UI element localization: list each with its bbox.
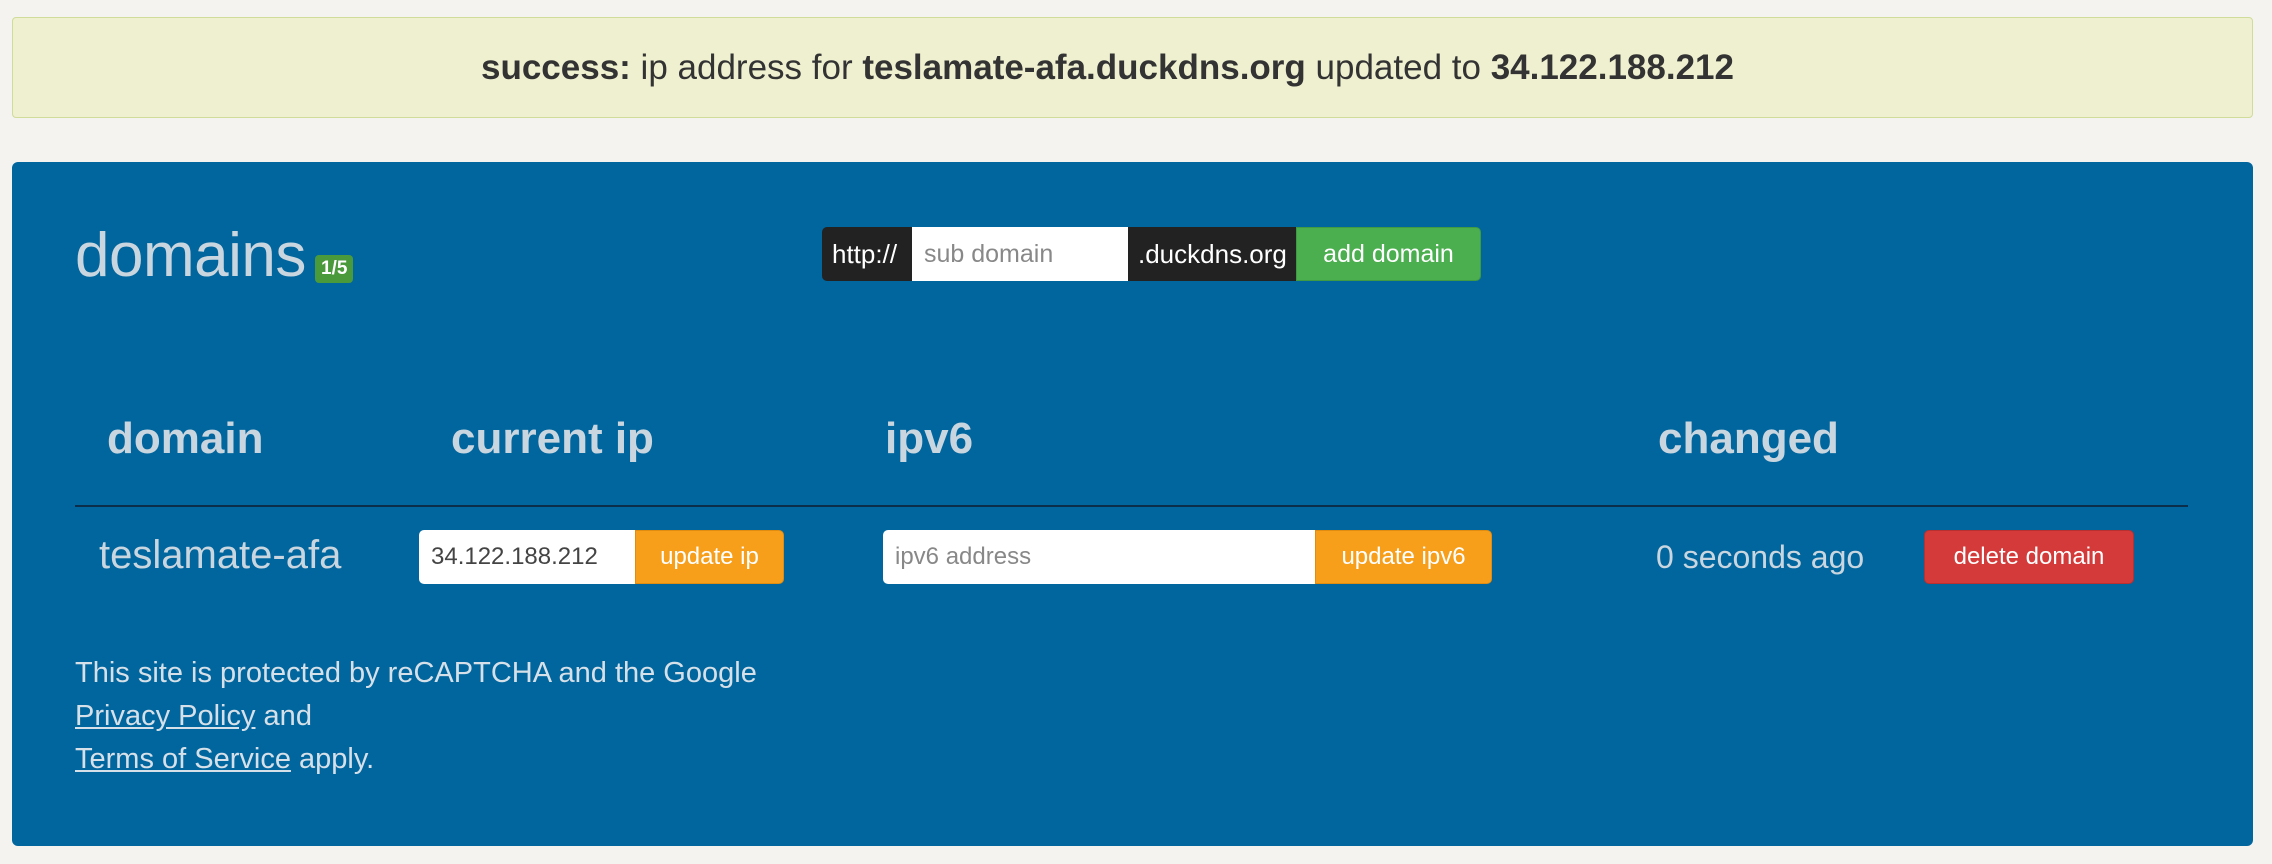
ipv6-group: update ipv6 <box>883 530 1492 584</box>
current-ip-group: update ip <box>419 530 784 584</box>
current-ip-input[interactable] <box>419 530 635 584</box>
delete-domain-button[interactable]: delete domain <box>1924 530 2134 584</box>
changed-time: 0 seconds ago <box>1656 539 1865 575</box>
duckdns-suffix: .duckdns.org <box>1128 227 1296 281</box>
success-alert: success: ip address for teslamate-afa.du… <box>12 17 2253 118</box>
add-domain-button[interactable]: add domain <box>1296 227 1481 281</box>
alert-text-before: ip address for <box>630 47 863 87</box>
add-domain-form: http:// .duckdns.org add domain <box>822 227 1481 281</box>
terms-of-service-link[interactable]: Terms of Service <box>75 743 291 775</box>
alert-domain: teslamate-afa.duckdns.org <box>862 47 1306 87</box>
recaptcha-and: and <box>255 700 312 732</box>
subdomain-input[interactable] <box>912 227 1128 281</box>
update-ipv6-button[interactable]: update ipv6 <box>1315 530 1492 584</box>
table-divider <box>75 505 2188 507</box>
ipv6-input[interactable] <box>883 530 1315 584</box>
header-ipv6: ipv6 <box>885 414 974 463</box>
header-changed: changed <box>1658 414 1839 463</box>
domain-name: teslamate-afa <box>99 533 342 577</box>
recaptcha-notice: This site is protected by reCAPTCHA and … <box>75 652 757 781</box>
recaptcha-apply: apply. <box>290 743 375 775</box>
recaptcha-line2: Privacy Policy and <box>75 695 757 738</box>
page-title: domains <box>75 221 306 290</box>
update-ip-button[interactable]: update ip <box>635 530 784 584</box>
domains-panel: domains 1/5 http:// .duckdns.org add dom… <box>12 162 2253 846</box>
privacy-policy-link[interactable]: Privacy Policy <box>75 700 256 732</box>
header-current-ip: current ip <box>451 414 654 463</box>
header-domain: domain <box>107 414 264 463</box>
http-prefix: http:// <box>822 227 912 281</box>
alert-ip: 34.122.188.212 <box>1490 47 1734 87</box>
alert-text-middle: updated to <box>1305 47 1491 87</box>
recaptcha-line3: Terms of Service apply. <box>75 738 757 781</box>
domain-count-badge: 1/5 <box>315 255 354 283</box>
recaptcha-line1: This site is protected by reCAPTCHA and … <box>75 657 757 689</box>
alert-label: success: <box>481 47 631 87</box>
